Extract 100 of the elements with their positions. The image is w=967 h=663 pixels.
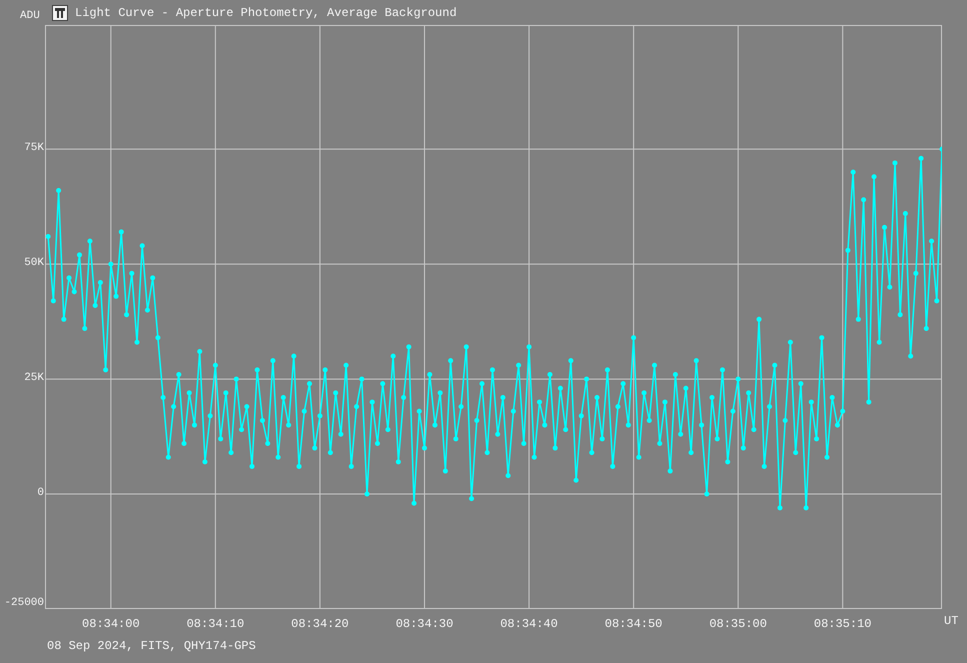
data-point (50, 298, 56, 304)
data-point (359, 376, 364, 382)
data-point (506, 473, 511, 478)
axis-label: UT (943, 613, 958, 623)
data-point (166, 454, 171, 460)
axis-label: ADU (19, 9, 41, 22)
data-point (720, 367, 725, 372)
data-point (390, 354, 396, 359)
data-point (401, 394, 406, 400)
data-point (208, 413, 213, 418)
data-point (772, 362, 778, 368)
data-point (46, 234, 51, 240)
data-point (740, 446, 746, 451)
data-point (767, 404, 772, 410)
data-point (385, 427, 390, 432)
data-point (140, 243, 145, 248)
data-point (699, 422, 704, 428)
data-point (683, 386, 688, 391)
data-point (322, 367, 328, 372)
data-point (746, 390, 752, 396)
data-point (250, 464, 254, 469)
app-icon (52, 4, 68, 20)
data-point (103, 367, 108, 372)
data-point (840, 408, 846, 414)
data-point (918, 156, 924, 161)
data-point (631, 335, 636, 340)
data-point (296, 464, 302, 469)
data-point (108, 262, 114, 267)
data-point (636, 454, 642, 460)
data-point (756, 316, 762, 322)
data-point (782, 418, 788, 423)
data-point (876, 340, 882, 345)
data-point (280, 394, 286, 400)
data-point (380, 381, 386, 386)
data-point (646, 418, 652, 423)
data-point (558, 386, 563, 391)
data-point (265, 440, 270, 446)
data-point (186, 390, 192, 396)
data-point (333, 390, 338, 396)
data-point (244, 404, 250, 410)
data-point (892, 160, 898, 166)
data-point (276, 454, 281, 460)
data-point (861, 197, 866, 202)
data-point (171, 404, 176, 410)
data-point (610, 464, 616, 469)
data-point (307, 381, 312, 386)
data-point (453, 436, 458, 442)
data-point (808, 400, 814, 405)
data-point (516, 362, 522, 368)
data-point (370, 400, 375, 405)
data-point (77, 252, 82, 258)
data-point (694, 358, 699, 364)
data-point (114, 294, 119, 299)
data-point (144, 308, 150, 313)
data-point (652, 362, 657, 368)
data-point (704, 492, 710, 497)
data-point (532, 454, 537, 460)
data-point (223, 390, 228, 396)
data-point (432, 422, 438, 428)
data-point (218, 436, 224, 442)
data-point (406, 344, 412, 350)
data-point (887, 284, 892, 290)
data-point (56, 188, 62, 194)
data-point (61, 316, 66, 322)
data-point (924, 326, 929, 331)
data-point (940, 146, 942, 152)
data-point (182, 440, 187, 446)
tick-label: 08:34:20 (291, 618, 349, 630)
data-point (474, 418, 480, 423)
tick-label: 08:34:50 (604, 618, 662, 630)
data-point (521, 440, 526, 446)
data-point (710, 394, 714, 400)
data-point (547, 372, 552, 377)
tick-label: 08:34:30 (396, 618, 454, 630)
data-point (192, 422, 197, 428)
data-point (600, 436, 605, 442)
data-point (902, 211, 908, 216)
data-point (672, 372, 678, 377)
data-point (537, 400, 542, 405)
tick-label: 08:34:40 (500, 618, 558, 630)
data-point (730, 408, 736, 414)
data-point (814, 436, 820, 442)
data-point (239, 427, 244, 432)
data-point (804, 505, 809, 510)
data-point (657, 440, 662, 446)
data-point (856, 316, 861, 322)
data-point (913, 270, 918, 276)
data-point (594, 394, 600, 400)
data-point (286, 422, 292, 428)
data-point (82, 326, 88, 331)
data-point (834, 422, 840, 428)
data-point (934, 298, 940, 304)
data-point (442, 468, 448, 474)
data-point (348, 464, 354, 469)
data-point (584, 376, 590, 382)
data-point (354, 404, 360, 410)
data-point (176, 372, 182, 377)
data-point (824, 454, 830, 460)
data-point (87, 238, 92, 244)
data-point (574, 478, 579, 483)
